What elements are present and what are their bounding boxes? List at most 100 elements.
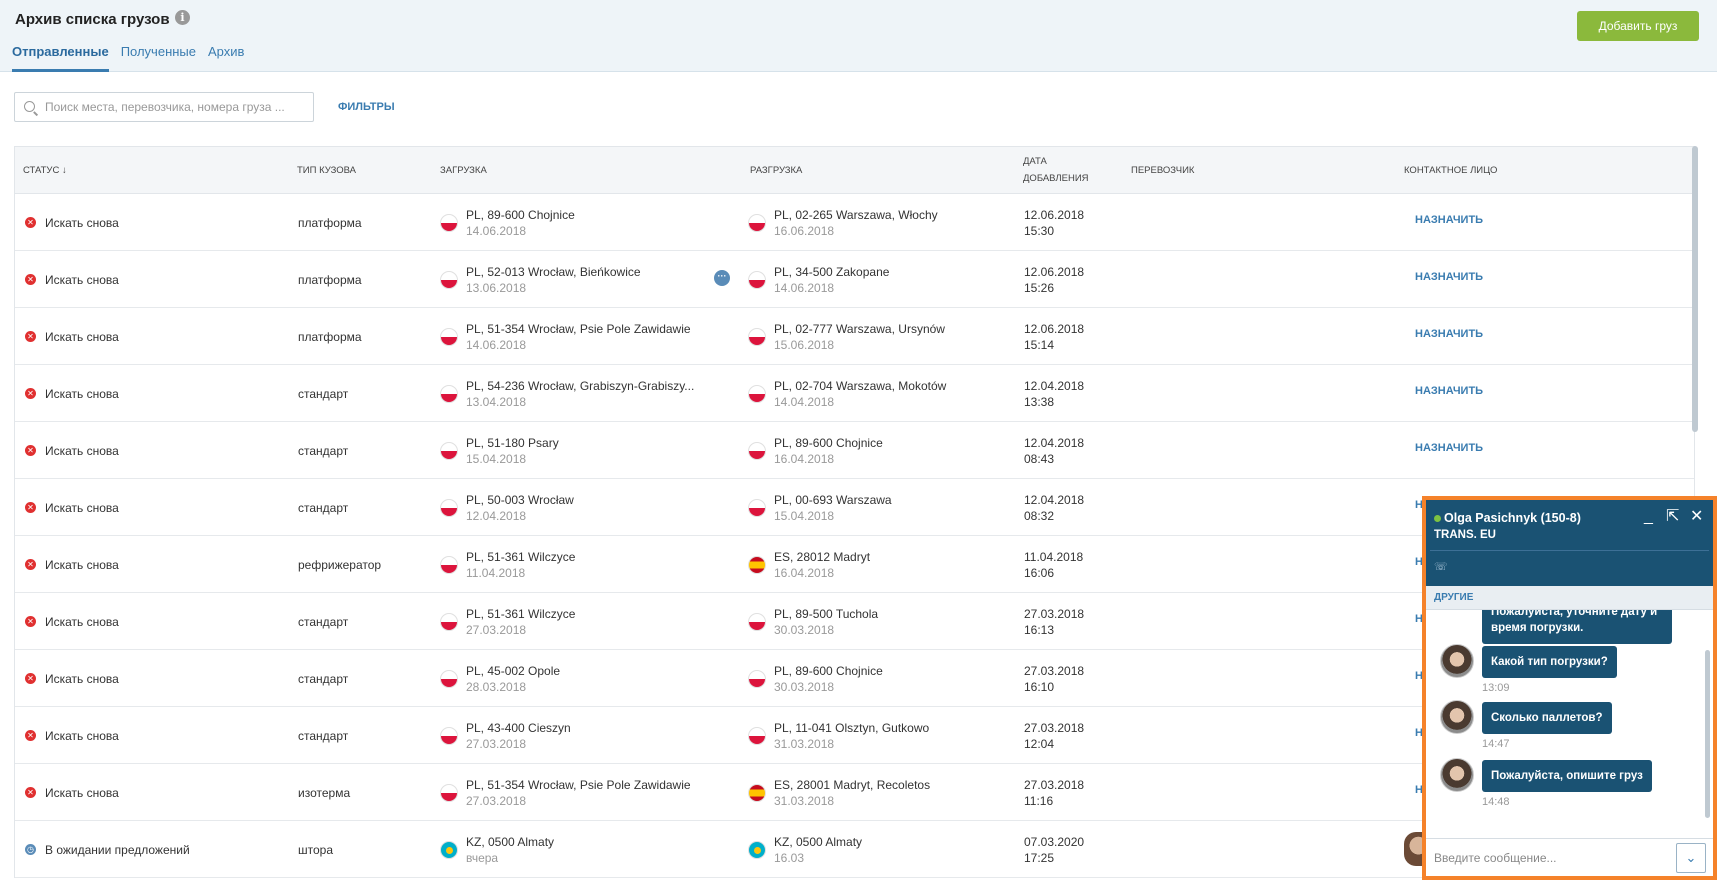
loading-date: вчера — [466, 850, 499, 865]
avatar — [1440, 700, 1474, 734]
chat-scrollbar[interactable] — [1705, 650, 1710, 818]
body-type: платформа — [298, 329, 362, 344]
loading-date: 13.04.2018 — [466, 394, 527, 409]
added-time: 11:16 — [1024, 793, 1054, 808]
body-type: стандарт — [298, 728, 349, 743]
table-row[interactable]: ✕ Искать снова платформа PL, 89-600 Chojnic… — [15, 194, 1694, 251]
unloading-date: 16.04.2018 — [774, 565, 835, 580]
date-added-cell: 12.04.2018 08:43 — [1024, 422, 1084, 479]
loading-place: PL, 51-361 Wilczyce — [466, 606, 576, 621]
filters-link[interactable]: ФИЛЬТРЫ — [338, 101, 395, 113]
chat-input-area: ⌄ — [1426, 838, 1713, 876]
chevron-down-icon[interactable]: ⌄ — [1676, 843, 1706, 873]
top-bar: Архив списка грузов i Отправленные Получ… — [0, 0, 1717, 72]
loading-date: 14.06.2018 — [466, 337, 527, 352]
flag-pl-icon — [748, 498, 766, 517]
added-date: 12.06.2018 — [1024, 207, 1085, 222]
loading-cell: PL, 89-600 Chojnice 14.06.2018 — [440, 194, 575, 251]
loading-cell: KZ, 0500 Almaty вчера — [440, 821, 554, 878]
body-type: рефрижератор — [298, 557, 382, 572]
table-scrollbar[interactable] — [1692, 146, 1698, 432]
loading-place: PL, 52-013 Wrocław, Bieńkowice — [466, 264, 641, 279]
unloading-place: ES, 28001 Madryt, Recoletos — [774, 777, 931, 792]
loading-cell: PL, 51-361 Wilczyce 11.04.2018 — [440, 536, 575, 593]
unloading-place: PL, 02-777 Warszawa, Ursynów — [774, 321, 945, 336]
tab-archive[interactable]: Архив — [208, 44, 244, 72]
body-type: платформа — [298, 215, 362, 230]
col-unloading: РАЗГРУЗКА — [750, 165, 803, 176]
flag-pl-icon — [440, 612, 458, 631]
assign-contact-link[interactable]: НАЗНАЧИТЬ — [1415, 214, 1483, 226]
phone-icon[interactable]: ☏ — [1434, 560, 1448, 573]
search-icon — [24, 101, 35, 112]
unloading-place: PL, 02-704 Warszawa, Mokotów — [774, 378, 947, 393]
body-type-cell: штора — [298, 821, 333, 878]
status-text: Искать снова — [45, 557, 119, 572]
message-time: 13:09 — [1482, 682, 1510, 694]
body-type-cell: стандарт — [298, 593, 348, 650]
status-cell: ✕ Искать снова — [25, 422, 119, 479]
date-added-cell: 27.03.2018 12:04 — [1024, 707, 1084, 764]
added-time: 17:25 — [1024, 850, 1055, 865]
flag-pl-icon — [440, 327, 458, 346]
table-row[interactable]: ✕ Искать снова платформа PL, 52-013 Wrocław… — [15, 251, 1694, 308]
added-date: 27.03.2018 — [1024, 663, 1085, 678]
chat-tab-other[interactable]: ДРУГИЕ — [1426, 586, 1713, 610]
contact-cell: НАЗНАЧИТЬ — [1415, 191, 1483, 248]
online-status-icon — [1434, 515, 1441, 522]
more-options-icon[interactable]: ··· — [714, 270, 730, 286]
tab-sent[interactable]: Отправленные — [12, 44, 109, 72]
tabs: Отправленные Полученные Архив — [12, 44, 256, 72]
error-icon: ✕ — [25, 388, 36, 399]
error-icon: ✕ — [25, 787, 36, 798]
search-input[interactable] — [45, 93, 310, 121]
table-row[interactable]: ✕ Искать снова платформа PL, 51-354 Wrocław… — [15, 308, 1694, 365]
add-cargo-button[interactable]: Добавить груз — [1577, 11, 1699, 41]
unloading-place: PL, 89-600 Chojnice — [774, 663, 883, 678]
unloading-date: 16.03 — [774, 850, 805, 865]
table-row[interactable]: ✕ Искать снова стандарт PL, 51-180 Psary 15.… — [15, 422, 1694, 479]
unloading-date: 14.06.2018 — [774, 280, 835, 295]
chat-message-input[interactable] — [1434, 847, 1654, 869]
col-status[interactable]: СТАТУС ↓ — [23, 162, 67, 179]
added-time: 15:14 — [1024, 337, 1055, 352]
status-text: Искать снова — [45, 671, 119, 686]
error-icon: ✕ — [25, 217, 36, 228]
flag-kz-icon — [748, 840, 766, 859]
added-date: 27.03.2018 — [1024, 720, 1085, 735]
table-row[interactable]: ✕ Искать снова стандарт PL, 54-236 Wrocław,… — [15, 365, 1694, 422]
loading-place: PL, 89-600 Chojnice — [466, 207, 575, 222]
added-date: 12.04.2018 — [1024, 378, 1085, 393]
assign-contact-link[interactable]: НАЗНАЧИТЬ — [1415, 442, 1483, 454]
date-added-cell: 12.06.2018 15:30 — [1024, 194, 1084, 251]
error-icon: ✕ — [25, 331, 36, 342]
avatar — [1440, 644, 1474, 678]
col-body-type: ТИП КУЗОВА — [297, 165, 356, 176]
flag-pl-icon — [748, 441, 766, 460]
unloading-place: PL, 02-265 Warszawa, Włochy — [774, 207, 938, 222]
flag-pl-icon — [440, 384, 458, 403]
unloading-cell: PL, 89-600 Chojnice 30.03.2018 — [748, 650, 883, 707]
loading-place: PL, 51-354 Wrocław, Psie Pole Zawidawie — [466, 777, 691, 792]
assign-contact-link[interactable]: НАЗНАЧИТЬ — [1415, 271, 1483, 283]
status-text: Искать снова — [45, 728, 119, 743]
body-type: стандарт — [298, 671, 349, 686]
assign-contact-link[interactable]: НАЗНАЧИТЬ — [1415, 385, 1483, 397]
minimize-icon[interactable]: _ — [1644, 509, 1653, 525]
assign-contact-link[interactable]: НАЗНАЧИТЬ — [1415, 328, 1483, 340]
unloading-date: 31.03.2018 — [774, 793, 835, 808]
message-bubble: Пожалуйста, уточните дату и время погрузк… — [1482, 610, 1672, 644]
error-icon: ✕ — [25, 274, 36, 285]
loading-date: 12.04.2018 — [466, 508, 527, 523]
loading-cell: PL, 45-002 Opole 28.03.2018 — [440, 650, 560, 707]
expand-icon[interactable]: ⇱ — [1666, 509, 1679, 525]
contact-cell: НАЗНАЧИТЬ — [1415, 362, 1483, 419]
flag-pl-icon — [748, 213, 766, 232]
loading-date: 11.04.2018 — [466, 565, 526, 580]
loading-date: 15.04.2018 — [466, 451, 527, 466]
unloading-place: PL, 11-041 Olsztyn, Gutkowo — [774, 720, 930, 735]
info-icon[interactable]: i — [175, 10, 190, 25]
body-type: стандарт — [298, 386, 349, 401]
close-icon[interactable]: ✕ — [1690, 509, 1703, 525]
tab-received[interactable]: Полученные — [121, 44, 196, 72]
